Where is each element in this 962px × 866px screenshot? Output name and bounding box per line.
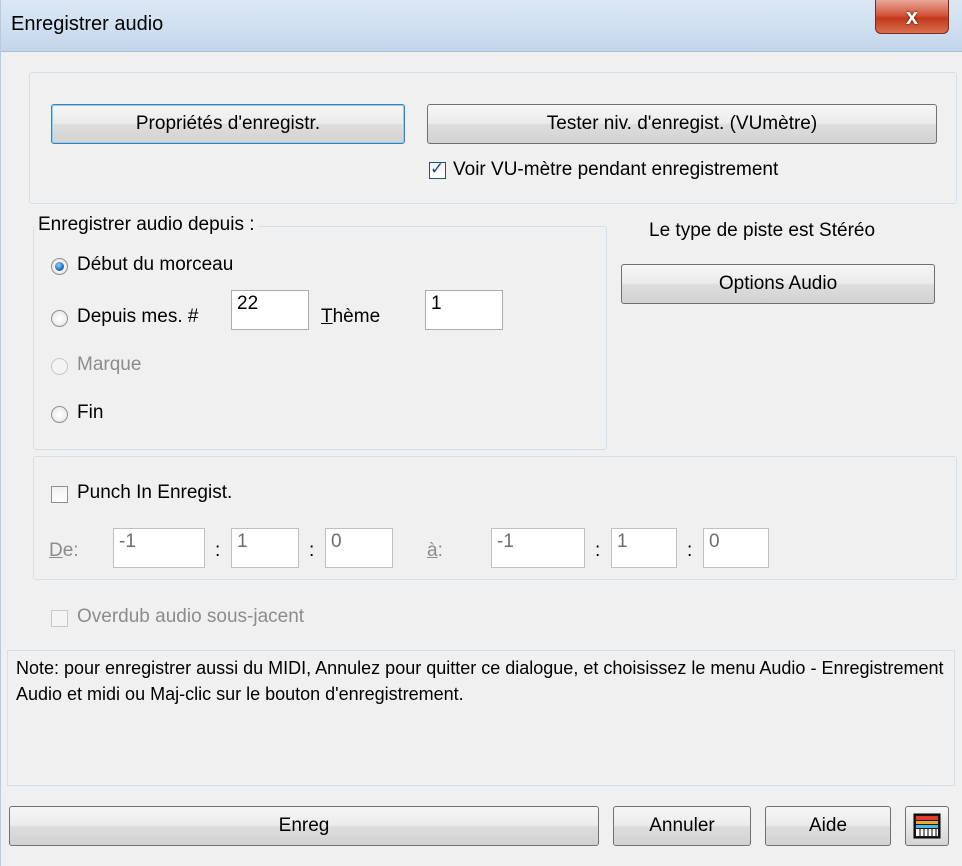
punch-to-bar-input[interactable]: -1 <box>491 528 585 568</box>
theme-label-rest: hème <box>332 306 381 327</box>
punch-to-accel: à <box>427 540 438 561</box>
punch-from-tick-input[interactable]: 0 <box>325 528 393 568</box>
punch-from-bar-input[interactable]: -1 <box>113 528 205 568</box>
record-audio-dialog: Enregistrer audio x Propriétés d'enregis… <box>0 0 962 866</box>
show-vu-meter-label: Voir VU-mètre pendant enregistrement <box>453 159 779 180</box>
punch-to-rest: : <box>437 540 443 561</box>
punch-from-label: De: <box>49 540 79 562</box>
punch-to-beat-input[interactable]: 1 <box>611 528 677 568</box>
punch-in-checkbox[interactable] <box>51 486 68 503</box>
radio-song-start[interactable] <box>51 258 68 275</box>
radio-end-label: Fin <box>77 402 104 423</box>
punch-to-separator-2: : <box>687 540 693 561</box>
punch-from-rest: e: <box>62 540 79 561</box>
radio-marker[interactable] <box>51 358 68 375</box>
title-bar: Enregistrer audio x <box>1 0 962 52</box>
overdub-checkbox[interactable] <box>51 610 68 627</box>
punch-to-separator-1: : <box>595 540 601 561</box>
close-icon: x <box>905 3 919 29</box>
help-button[interactable]: Aide <box>765 806 891 846</box>
test-level-button[interactable]: Tester niv. d'enregist. (VUmètre) <box>427 104 937 144</box>
window-title: Enregistrer audio <box>11 13 164 35</box>
punch-to-label: à: <box>427 540 443 562</box>
keyboard-icon <box>913 813 941 839</box>
theme-input[interactable]: 1 <box>425 290 503 330</box>
recording-properties-button[interactable]: Propriétés d'enregistr. <box>51 104 405 144</box>
audio-options-button[interactable]: Options Audio <box>621 264 935 304</box>
radio-from-bar-label: Depuis mes. # <box>77 306 199 327</box>
cancel-button[interactable]: Annuler <box>613 806 751 846</box>
theme-label: Thème <box>321 306 380 328</box>
radio-marker-label: Marque <box>77 354 142 375</box>
show-vu-meter-checkbox[interactable] <box>429 159 446 179</box>
theme-label-accel: T <box>321 306 333 327</box>
radio-end[interactable] <box>51 406 68 423</box>
punch-in-label: Punch In Enregist. <box>77 482 233 503</box>
radio-song-start-label: Début du morceau <box>77 254 234 275</box>
radio-from-bar[interactable] <box>51 310 68 327</box>
record-button[interactable]: Enreg <box>9 806 599 846</box>
close-button[interactable]: x <box>875 0 949 34</box>
note-text: Note: pour enregistrer aussi du MIDI, An… <box>7 650 955 786</box>
track-type-text: Le type de piste est Stéréo <box>649 220 876 241</box>
punch-from-beat-input[interactable]: 1 <box>231 528 299 568</box>
record-from-legend: Enregistrer audio depuis : <box>35 214 258 236</box>
punch-to-tick-input[interactable]: 0 <box>703 528 769 568</box>
punch-from-separator-1: : <box>215 540 221 561</box>
punch-from-separator-2: : <box>309 540 315 561</box>
keyboard-button[interactable] <box>905 806 949 846</box>
punch-from-accel: D <box>49 540 63 561</box>
overdub-label: Overdub audio sous-jacent <box>77 606 305 627</box>
bar-number-input[interactable]: 22 <box>231 290 309 330</box>
